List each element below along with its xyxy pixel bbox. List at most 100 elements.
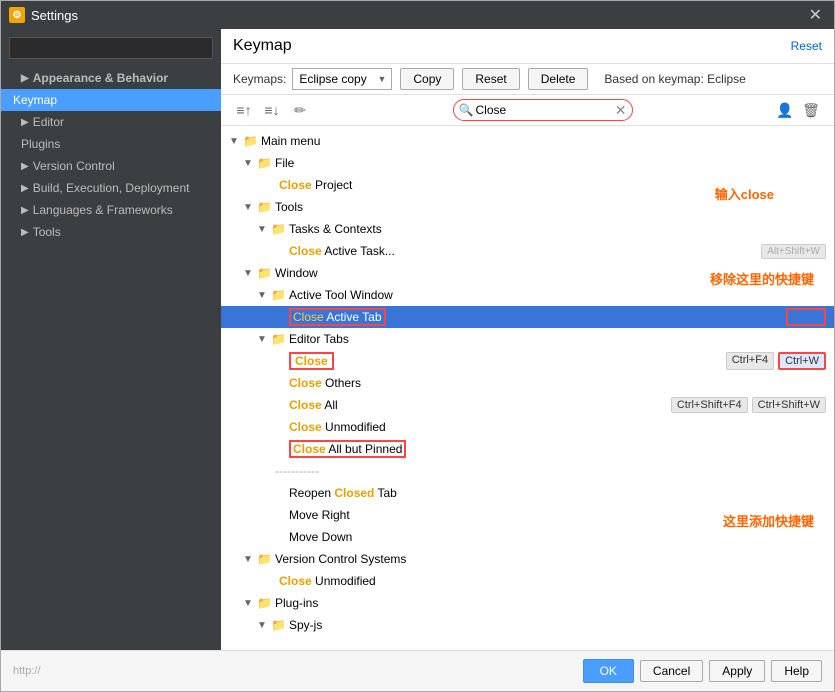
tree-row-move-right[interactable]: Move Right xyxy=(221,504,834,526)
sidebar-item-label: Keymap xyxy=(13,93,57,107)
tree-row-editor-tabs[interactable]: ▼ 📁 Editor Tabs xyxy=(221,328,834,350)
user-icon[interactable]: 👤 xyxy=(774,99,796,121)
sidebar-item-label: Appearance & Behavior xyxy=(33,71,168,85)
tree-row-plugins[interactable]: ▼ 📁 Plug-ins xyxy=(221,592,834,614)
tree-row-close-others[interactable]: Close Others xyxy=(221,372,834,394)
keymap-reset-link[interactable]: Reset xyxy=(791,39,822,53)
keymap-toolbar: Keymaps: Eclipse copy Copy Reset Delete … xyxy=(221,64,834,95)
folder-icon: 📁 xyxy=(257,266,273,280)
folder-icon: 📁 xyxy=(271,618,287,632)
tree-row[interactable]: ▼ 📁 Window xyxy=(221,262,834,284)
sidebar-item-plugins[interactable]: Plugins xyxy=(1,133,221,155)
settings-window: ⚙ Settings ✕ ▶ Appearance & Behavior Key… xyxy=(0,0,835,692)
tree-item-label: Window xyxy=(275,266,826,280)
tree-row-reopen[interactable]: Reopen Closed Tab xyxy=(221,482,834,504)
collapse-icon: ▼ xyxy=(229,136,243,147)
keymap-search-wrap: 🔍 ✕ xyxy=(453,99,633,121)
keymap-search-input[interactable] xyxy=(453,99,633,121)
keymap-actions: ≡↑ ≡↓ ✏ 🔍 ✕ 👤 🗑 xyxy=(221,95,834,126)
tree-item-label: Main menu xyxy=(261,134,826,148)
collapse-icon: ▼ xyxy=(257,290,271,301)
shortcut-area xyxy=(786,308,826,326)
search-clear-icon[interactable]: ✕ xyxy=(615,102,627,119)
tree-row[interactable]: Close Project xyxy=(221,174,834,196)
tree-row[interactable]: ▼ 📁 Tasks & Contexts xyxy=(221,218,834,240)
title-bar-left: ⚙ Settings xyxy=(9,7,78,23)
tree-row-vcs[interactable]: ▼ 📁 Version Control Systems xyxy=(221,548,834,570)
tree-item-label: Close Active Tab xyxy=(289,310,786,324)
folder-icon: 📁 xyxy=(271,288,287,302)
tree-row[interactable]: ▼ 📁 Tools xyxy=(221,196,834,218)
keymap-header: Keymap Reset xyxy=(221,29,834,64)
sidebar-item-label: Languages & Frameworks xyxy=(33,203,173,217)
left-panel: ▶ Appearance & Behavior Keymap ▶ Editor … xyxy=(1,29,221,650)
sidebar-item-tools[interactable]: ▶ Tools xyxy=(1,221,221,243)
cancel-button[interactable]: Cancel xyxy=(640,660,703,682)
sidebar-item-label: Plugins xyxy=(21,137,60,151)
based-on-label: Based on keymap: Eclipse xyxy=(604,72,745,86)
tree-item-label: Active Tool Window xyxy=(289,288,826,302)
tree-row-move-down[interactable]: Move Down xyxy=(221,526,834,548)
tree-item-label: Editor Tabs xyxy=(289,332,826,346)
sort-desc-icon[interactable]: ≡↓ xyxy=(261,99,283,121)
separator-label: ----------- xyxy=(275,464,319,478)
sidebar-item-appearance[interactable]: ▶ Appearance & Behavior xyxy=(1,67,221,89)
app-icon: ⚙ xyxy=(9,7,25,23)
tree-item-label: Spy-js xyxy=(289,618,826,632)
keymaps-label: Keymaps: xyxy=(233,72,286,86)
main-content: ▶ Appearance & Behavior Keymap ▶ Editor … xyxy=(1,29,834,650)
collapse-icon: ▼ xyxy=(257,334,271,345)
tree-row-close-all[interactable]: Close All Ctrl+Shift+F4 Ctrl+Shift+W xyxy=(221,394,834,416)
tree-row[interactable]: ▼ 📁 Active Tool Window xyxy=(221,284,834,306)
bottom-bar: http:// OK Cancel Apply Help xyxy=(1,650,834,691)
tree-row-spyjs[interactable]: ▼ 📁 Spy-js xyxy=(221,614,834,636)
delete-button[interactable]: Delete xyxy=(528,68,589,90)
sidebar-item-label: Version Control xyxy=(33,159,115,173)
folder-icon: 📁 xyxy=(257,156,273,170)
folder-icon: 📁 xyxy=(243,134,259,148)
tree-row-vcs-close[interactable]: Close Unmodified xyxy=(221,570,834,592)
sidebar-item-label: Tools xyxy=(33,225,61,239)
window-title: Settings xyxy=(31,8,78,23)
help-button[interactable]: Help xyxy=(771,660,822,682)
tree-row-close-active-tab[interactable]: Close Active Tab xyxy=(221,306,834,328)
shortcut-badge: Ctrl+Shift+F4 xyxy=(671,397,748,413)
reset-button[interactable]: Reset xyxy=(462,68,519,90)
tree-row[interactable]: ▼ 📁 Main menu xyxy=(221,130,834,152)
keymap-select-wrapper: Eclipse copy xyxy=(292,68,392,90)
sidebar-item-vcs[interactable]: ▶ Version Control xyxy=(1,155,221,177)
close-window-button[interactable]: ✕ xyxy=(805,5,826,25)
sidebar-item-keymap[interactable]: Keymap xyxy=(1,89,221,111)
trash-icon[interactable]: 🗑 xyxy=(800,99,822,121)
action-btn-right: 👤 🗑 xyxy=(774,99,822,121)
sidebar-item-languages[interactable]: ▶ Languages & Frameworks xyxy=(1,199,221,221)
tree-row-close-pinned[interactable]: Close All but Pinned xyxy=(221,438,834,460)
tree-item-label: Close All xyxy=(289,398,671,412)
tree-item-label: File xyxy=(275,156,826,170)
ok-button[interactable]: OK xyxy=(583,659,634,683)
sidebar-item-editor[interactable]: ▶ Editor xyxy=(1,111,221,133)
tree-row[interactable]: ▼ 📁 File xyxy=(221,152,834,174)
tree-item-label: Tasks & Contexts xyxy=(289,222,826,236)
sidebar-item-label: Editor xyxy=(33,115,64,129)
folder-icon: 📁 xyxy=(271,222,287,236)
collapse-icon: ▼ xyxy=(243,598,257,609)
tree-item-label: Version Control Systems xyxy=(275,552,826,566)
watermark: http:// xyxy=(13,665,41,677)
folder-icon: 📁 xyxy=(257,200,273,214)
collapse-icon: ▼ xyxy=(257,224,271,235)
sort-asc-icon[interactable]: ≡↑ xyxy=(233,99,255,121)
tree-item-label: Close Unmodified xyxy=(279,574,826,588)
apply-button[interactable]: Apply xyxy=(709,660,765,682)
right-panel: Keymap Reset Keymaps: Eclipse copy Copy … xyxy=(221,29,834,650)
copy-button[interactable]: Copy xyxy=(400,68,454,90)
tree-row-close[interactable]: Close Ctrl+F4 Ctrl+W xyxy=(221,350,834,372)
keymap-select[interactable]: Eclipse copy xyxy=(292,68,392,90)
tree-row-close-unmodified[interactable]: Close Unmodified xyxy=(221,416,834,438)
edit-icon[interactable]: ✏ xyxy=(289,99,311,121)
tree-row[interactable]: Close Active Task... Alt+Shift+W xyxy=(221,240,834,262)
left-search-input[interactable] xyxy=(9,37,213,59)
sidebar-item-build[interactable]: ▶ Build, Execution, Deployment xyxy=(1,177,221,199)
tree-item-label: Reopen Closed Tab xyxy=(289,486,826,500)
collapse-icon: ▼ xyxy=(243,554,257,565)
